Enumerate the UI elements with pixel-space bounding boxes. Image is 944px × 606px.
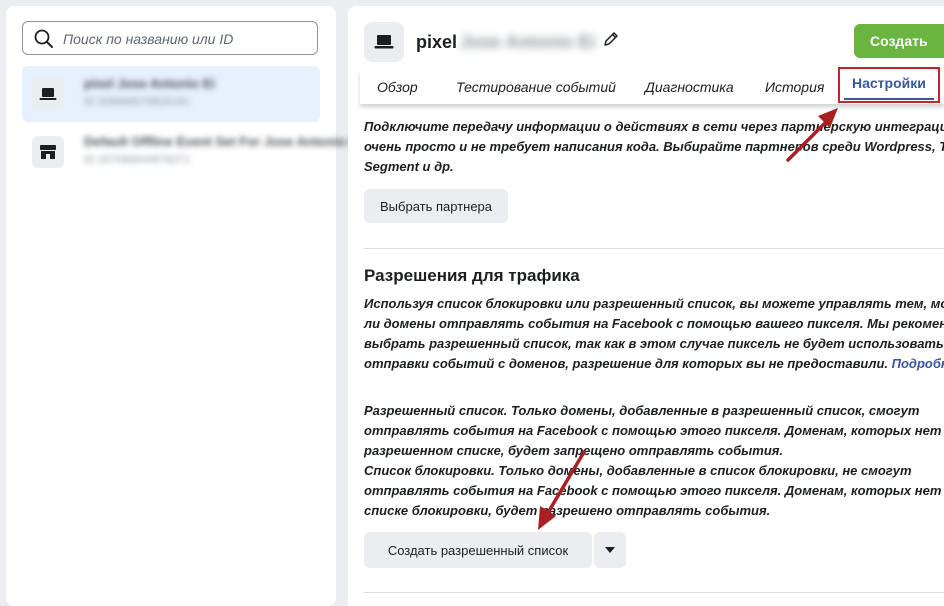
divider (364, 592, 944, 593)
blocklist-text-3: списке блокировки, будет разрешено отпра… (364, 503, 771, 518)
divider (364, 248, 944, 249)
laptop-icon (32, 78, 64, 110)
blocklist-text-1: Список блокировки. Только домены, добавл… (364, 463, 912, 478)
sidebar-item-id: ID 306668578826181 (84, 96, 190, 108)
tab-diagnostics[interactable]: Диагностика (645, 70, 734, 104)
search-input[interactable] (61, 22, 315, 56)
tab-bar: Обзор Тестирование событий Диагностика И… (360, 67, 944, 104)
create-allowlist-button[interactable]: Создать разрешенный список (364, 532, 592, 568)
search-icon (34, 29, 53, 48)
tab-test-events[interactable]: Тестирование событий (456, 70, 616, 104)
list-type-dropdown-button[interactable] (594, 532, 626, 568)
sidebar-item-offline-event-set[interactable]: Default Offline Event Set For Jose Anton… (22, 124, 362, 180)
sidebar: pixel Jose Antonio Ei ID 306668578826181… (6, 6, 362, 606)
page-title-blurred: Jose Antonio Ei (460, 32, 596, 52)
page-title: pixel (416, 32, 458, 52)
traffic-heading: Разрешения для трафика (364, 266, 580, 285)
tab-settings-label: Настройки (852, 75, 926, 91)
sidebar-item-name: pixel Jose Antonio Ei (84, 76, 215, 91)
sidebar-item-pixel[interactable]: pixel Jose Antonio Ei ID 306668578826181 (22, 66, 320, 122)
traffic-text-4: отправки событий с доменов, разрешение д… (364, 354, 944, 374)
tab-overview[interactable]: Обзор (377, 70, 418, 104)
tab-settings[interactable]: Настройки (838, 67, 940, 103)
tab-underline (844, 98, 934, 100)
main-panel: pixel Jose Antonio Ei Создать Обзор Тест… (348, 6, 944, 606)
blocklist-text-2: отправлять события на Facebook с помощью… (364, 483, 944, 498)
tab-history[interactable]: История (765, 70, 824, 104)
choose-partner-button[interactable]: Выбрать партнера (364, 189, 509, 223)
traffic-text-4-body: отправки событий с доменов, разрешение д… (364, 356, 889, 371)
partner-text-3: Segment и др. (364, 159, 454, 174)
store-icon (32, 136, 64, 168)
pencil-icon[interactable] (602, 30, 620, 48)
search-box[interactable] (22, 21, 318, 56)
allowlist-text-3: разрешенном списке, будет запрещено отпр… (364, 443, 784, 458)
learn-more-link[interactable]: Подробнее (892, 356, 944, 371)
sidebar-item-name: Default Offline Event Set For Jose Anton… (84, 134, 362, 149)
allowlist-text-1: Разрешенный список. Только домены, добав… (364, 403, 920, 418)
traffic-text-2: ли домены отправлять события на Facebook… (364, 316, 944, 331)
laptop-icon (364, 22, 404, 62)
create-button[interactable]: Создать (854, 24, 944, 58)
allowlist-text-2: отправлять события на Facebook с помощью… (364, 423, 944, 438)
partner-text-2: очень просто и не требует написания кода… (364, 139, 944, 154)
create-button-label: Создать (870, 33, 928, 49)
partner-text-1: Подключите передачу информации о действи… (364, 119, 944, 134)
sidebar-item-id: ID 357080644878371 (84, 154, 190, 166)
traffic-text-1: Используя список блокировки или разрешен… (364, 296, 944, 311)
chevron-down-icon (605, 547, 615, 553)
traffic-text-3: выбрать разрешенный список, так как в эт… (364, 336, 944, 351)
